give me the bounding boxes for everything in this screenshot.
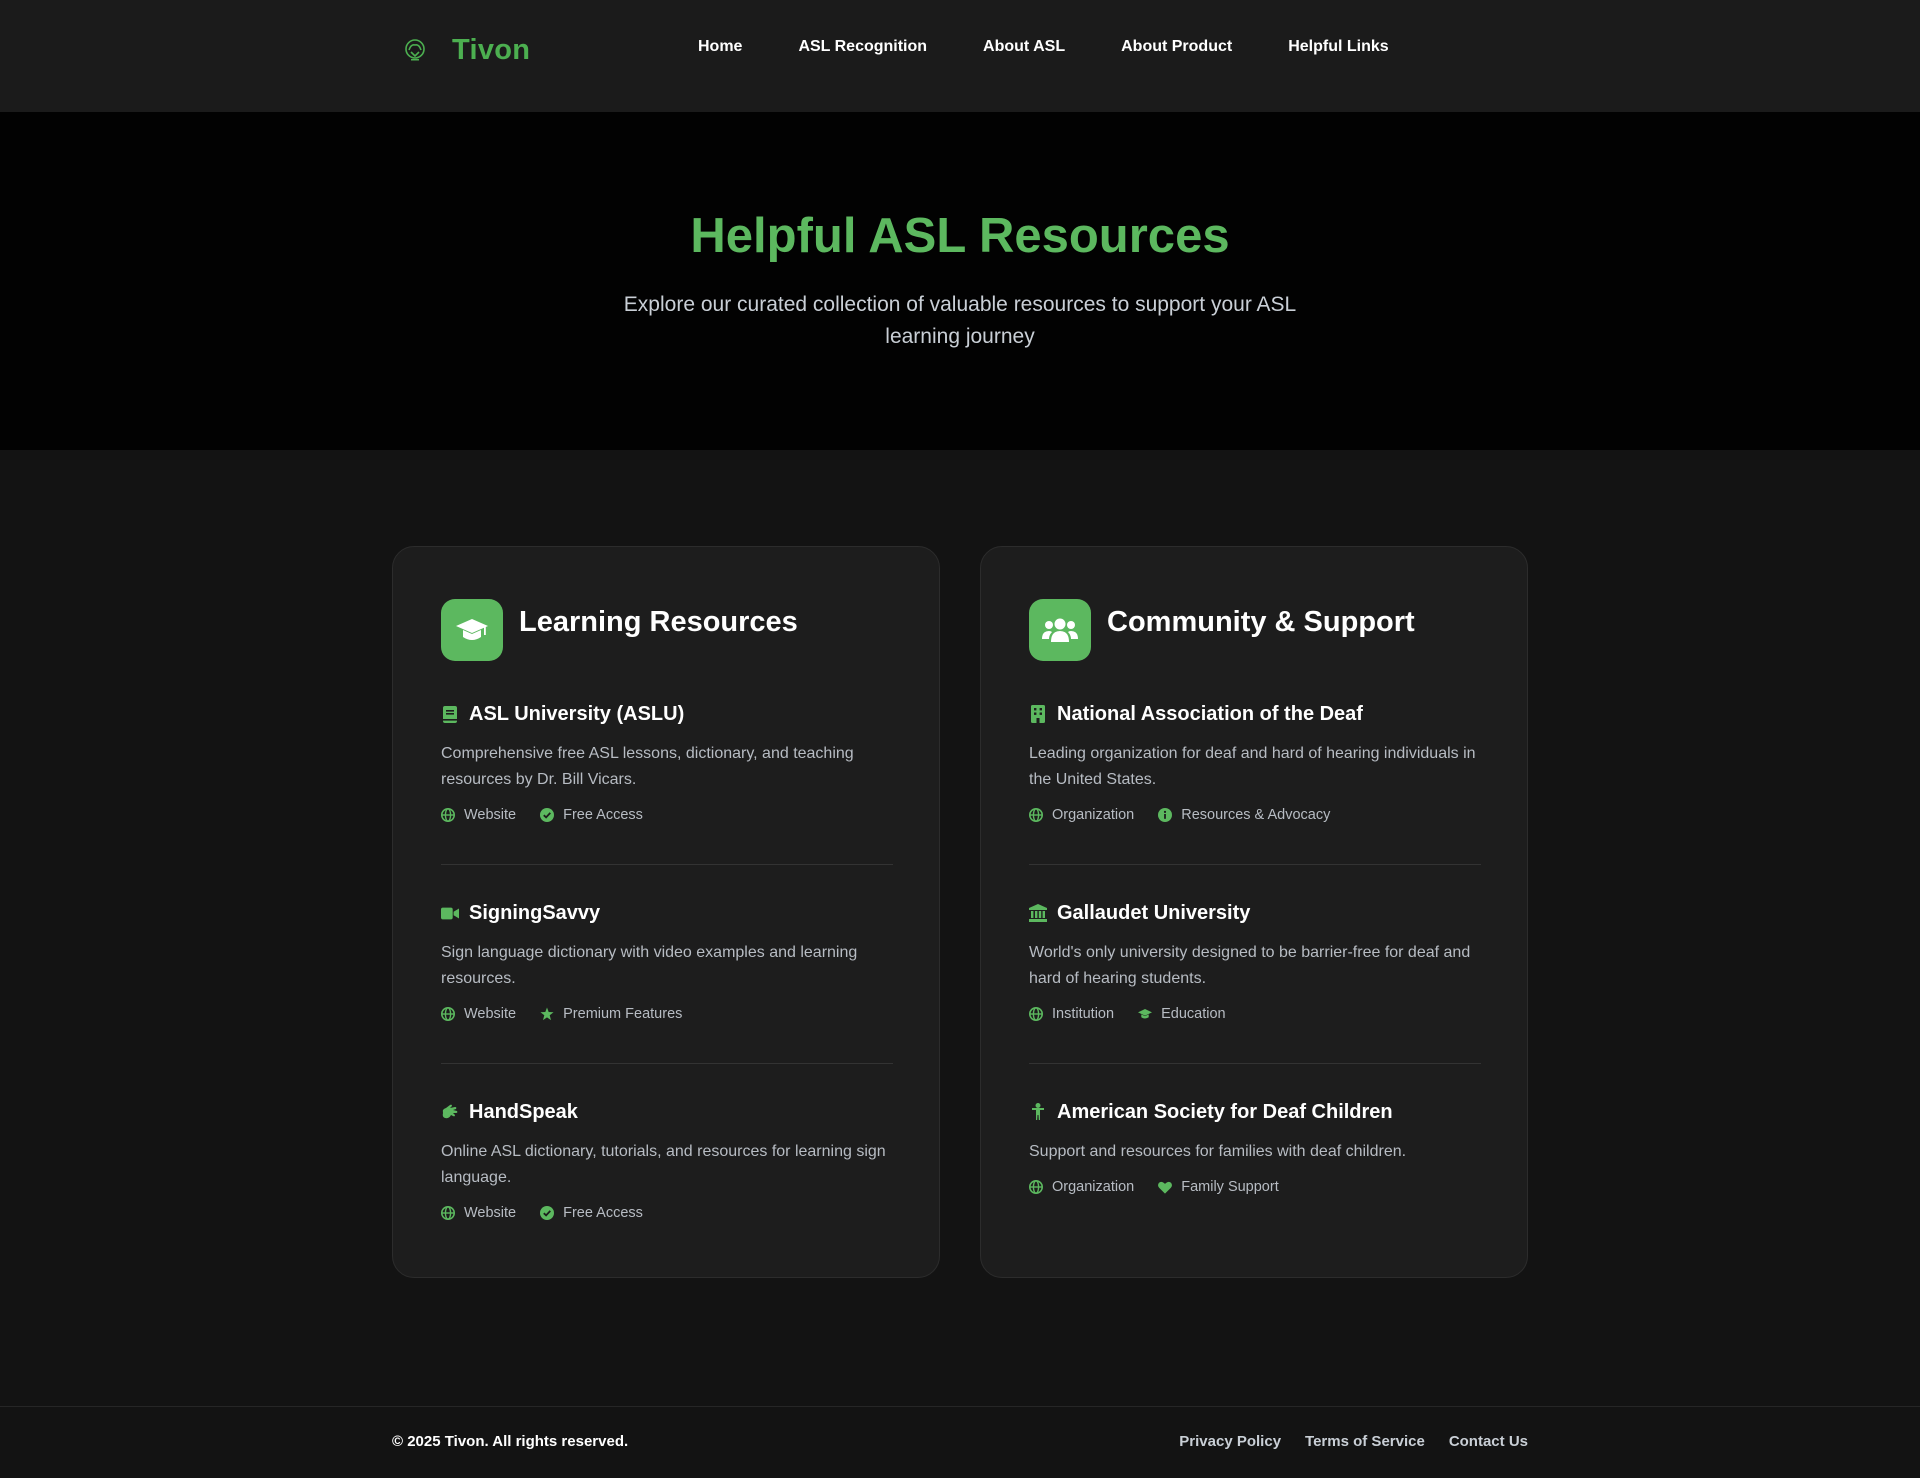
graduation-cap-icon [1138, 1007, 1153, 1021]
footer-privacy-policy[interactable]: Privacy Policy [1179, 1433, 1281, 1450]
card-title: Community & Support [1107, 605, 1415, 638]
book-icon [441, 705, 459, 723]
copyright-text: © 2025 Tivon. All rights reserved. [392, 1433, 629, 1450]
divider [1029, 864, 1481, 865]
resource-description: Comprehensive free ASL lessons, dictiona… [441, 745, 854, 788]
tag-label: Institution [1052, 1006, 1115, 1022]
footer-contact-us[interactable]: Contact Us [1449, 1433, 1528, 1450]
resource-title[interactable]: American Society for Deaf Children [1057, 1101, 1393, 1124]
footer: © 2025 Tivon. All rights reserved. Priva… [0, 1406, 1920, 1478]
tag-education: Education [1138, 1006, 1226, 1022]
tag-family-support: Family Support [1158, 1179, 1279, 1195]
globe-icon [441, 808, 455, 822]
learning-resources-card: Learning Resources ASL University (ASLU)… [392, 546, 940, 1278]
nav-asl-recognition[interactable]: ASL Recognition [798, 38, 927, 56]
logo[interactable]: Tivon [400, 30, 530, 70]
logo-hands-icon [400, 35, 430, 65]
resource-title[interactable]: Gallaudet University [1057, 902, 1250, 925]
hero-section: Helpful ASL Resources Explore our curate… [0, 112, 1920, 450]
star-icon [540, 1007, 554, 1021]
tag-website: Website [441, 807, 516, 823]
tag-label: Family Support [1181, 1179, 1279, 1195]
resource-description: Online ASL dictionary, tutorials, and re… [441, 1143, 886, 1186]
resource-description: World's only university designed to be b… [1029, 944, 1471, 987]
globe-icon [1029, 1007, 1043, 1021]
graduation-cap-icon [441, 599, 503, 661]
hands-icon [441, 1103, 459, 1121]
tag-resources-advocacy: Resources & Advocacy [1158, 807, 1330, 823]
resource-title[interactable]: HandSpeak [469, 1101, 578, 1124]
divider [441, 1063, 893, 1064]
resource-aslu[interactable]: ASL University (ASLU) Comprehensive free… [441, 701, 893, 824]
tag-premium-features: Premium Features [540, 1006, 682, 1022]
building-icon [1029, 705, 1047, 723]
resource-handspeak[interactable]: HandSpeak Online ASL dictionary, tutoria… [441, 1099, 893, 1222]
page-subtitle: Explore our curated collection of valuab… [623, 293, 1297, 348]
nav-about-asl[interactable]: About ASL [983, 38, 1065, 56]
tag-label: Education [1161, 1006, 1226, 1022]
tag-website: Website [441, 1205, 516, 1221]
users-icon [1029, 599, 1091, 661]
card-title: Learning Resources [519, 605, 798, 638]
tag-label: Organization [1052, 1179, 1135, 1195]
tag-label: Premium Features [563, 1006, 683, 1022]
tag-institution: Institution [1029, 1006, 1114, 1022]
tag-label: Resources & Advocacy [1181, 807, 1331, 823]
tag-label: Free Access [563, 807, 643, 823]
nav-helpful-links[interactable]: Helpful Links [1288, 38, 1388, 56]
community-support-card: Community & Support National Association… [980, 546, 1528, 1278]
top-navbar: Tivon Home ASL Recognition About ASL Abo… [0, 0, 1920, 112]
video-icon [441, 904, 459, 922]
resource-description: Sign language dictionary with video exam… [441, 944, 858, 987]
tag-label: Website [464, 1006, 517, 1022]
resource-nad[interactable]: National Association of the Deaf Leading… [1029, 701, 1481, 824]
globe-icon [1029, 1180, 1043, 1194]
tag-label: Website [464, 1205, 517, 1221]
divider [1029, 1063, 1481, 1064]
logo-text: Tivon [452, 33, 531, 66]
tag-label: Website [464, 807, 517, 823]
info-icon [1158, 808, 1173, 822]
nav-home[interactable]: Home [698, 38, 742, 56]
footer-links: Privacy Policy Terms of Service Contact … [1155, 1433, 1528, 1450]
resource-asdc[interactable]: American Society for Deaf Children Suppo… [1029, 1099, 1481, 1196]
card-header: Learning Resources [441, 599, 798, 661]
nav-links: Home ASL Recognition About ASL About Pro… [698, 38, 1389, 56]
resource-description: Leading organization for deaf and hard o… [1029, 745, 1476, 788]
globe-icon [441, 1007, 455, 1021]
tag-label: Organization [1052, 807, 1135, 823]
resource-description: Support and resources for families with … [1029, 1143, 1407, 1160]
check-circle-icon [540, 1206, 555, 1220]
university-icon [1029, 904, 1047, 922]
card-header: Community & Support [1029, 599, 1415, 661]
tag-label: Free Access [563, 1205, 643, 1221]
resource-signingsavvy[interactable]: SigningSavvy Sign language dictionary wi… [441, 900, 893, 1022]
page-title: Helpful ASL Resources [690, 209, 1230, 263]
globe-icon [441, 1206, 455, 1220]
tag-website: Website [441, 1006, 516, 1022]
check-circle-icon [540, 808, 555, 822]
footer-terms-of-service[interactable]: Terms of Service [1305, 1433, 1425, 1450]
child-icon [1029, 1103, 1047, 1121]
resource-title[interactable]: National Association of the Deaf [1057, 703, 1363, 726]
tag-organization: Organization [1029, 807, 1134, 823]
resource-title[interactable]: ASL University (ASLU) [469, 703, 684, 726]
resource-gallaudet[interactable]: Gallaudet University World's only univer… [1029, 900, 1481, 1022]
tag-organization: Organization [1029, 1179, 1134, 1195]
resource-title[interactable]: SigningSavvy [469, 902, 600, 925]
globe-icon [1029, 808, 1043, 822]
divider [441, 864, 893, 865]
nav-about-product[interactable]: About Product [1121, 38, 1232, 56]
heart-icon [1158, 1180, 1173, 1194]
tag-free-access: Free Access [540, 1205, 643, 1221]
tag-free-access: Free Access [540, 807, 643, 823]
